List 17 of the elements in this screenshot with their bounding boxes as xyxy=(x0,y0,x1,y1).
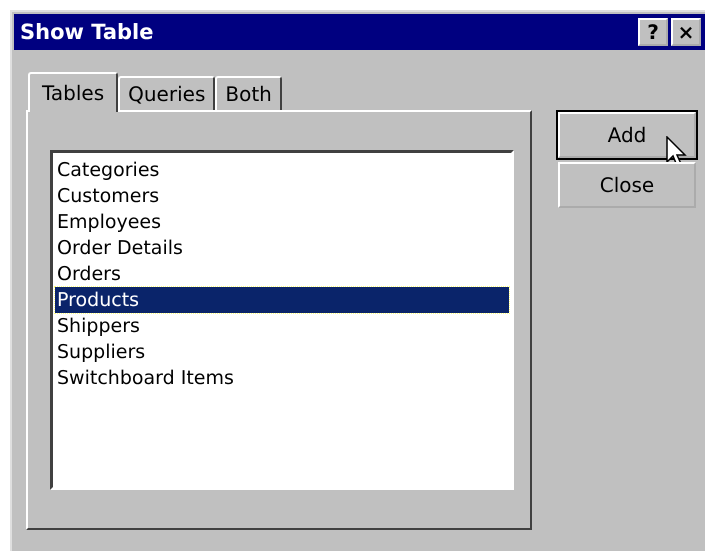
dialog-button[interactable]: Add xyxy=(558,112,696,158)
list-item[interactable]: Suppliers xyxy=(55,339,509,365)
list-item[interactable]: Shippers xyxy=(55,313,509,339)
tab[interactable]: Tables xyxy=(28,72,118,112)
dialog-button[interactable]: Close xyxy=(558,162,696,208)
close-button[interactable]: × xyxy=(671,18,701,46)
list-item[interactable]: Products xyxy=(55,287,509,313)
tab[interactable]: Queries xyxy=(118,76,216,110)
list-item[interactable]: Switchboard Items xyxy=(55,365,509,391)
list-item[interactable]: Orders xyxy=(55,261,509,287)
list-item[interactable]: Employees xyxy=(55,209,509,235)
list-item[interactable]: Categories xyxy=(55,157,509,183)
help-button[interactable]: ? xyxy=(638,18,668,46)
window-title: Show Table xyxy=(20,20,154,44)
list-item[interactable]: Order Details xyxy=(55,235,509,261)
tab[interactable]: Both xyxy=(215,76,282,110)
list-item[interactable]: Customers xyxy=(55,183,509,209)
